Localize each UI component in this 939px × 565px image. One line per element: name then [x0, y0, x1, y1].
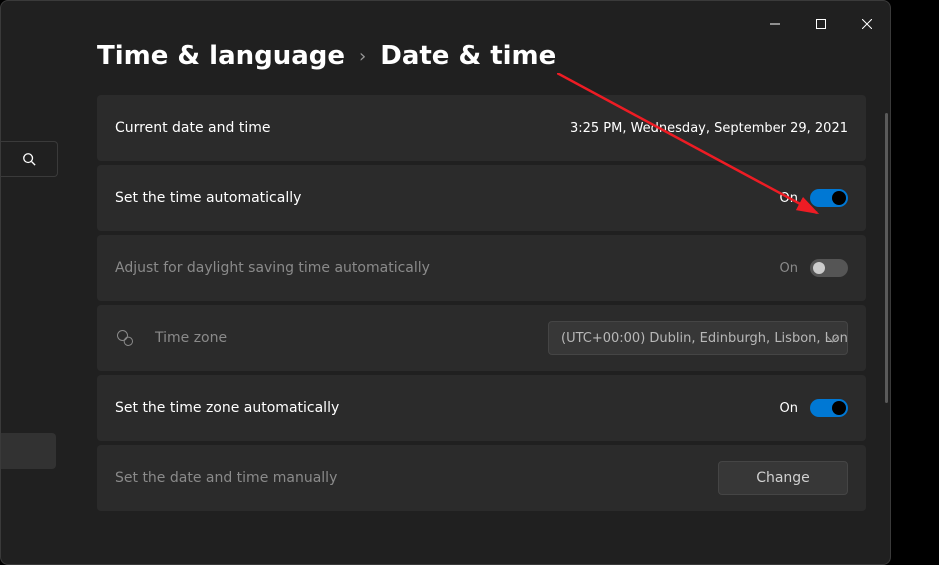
chevron-right-icon: › — [359, 46, 366, 67]
sidebar-item[interactable] — [0, 433, 56, 469]
auto-timezone-label: Set the time zone automatically — [115, 400, 339, 416]
change-button: Change — [718, 461, 848, 495]
timezone-row: Time zone (UTC+00:00) Dublin, Edinburgh,… — [97, 305, 866, 371]
search-icon — [22, 152, 36, 166]
auto-timezone-toggle[interactable] — [810, 399, 848, 417]
auto-time-toggle[interactable] — [810, 189, 848, 207]
settings-window: Time & language › Date & time Current da… — [0, 0, 891, 565]
timezone-value: (UTC+00:00) Dublin, Edinburgh, Lisbon, L… — [561, 331, 848, 346]
close-button[interactable] — [844, 9, 890, 39]
auto-time-state: On — [780, 191, 798, 206]
auto-timezone-row: Set the time zone automatically On — [97, 375, 866, 441]
dst-label: Adjust for daylight saving time automati… — [115, 260, 430, 276]
minimize-button[interactable] — [752, 9, 798, 39]
auto-time-row: Set the time automatically On — [97, 165, 866, 231]
auto-time-label: Set the time automatically — [115, 190, 301, 206]
dst-state: On — [780, 261, 798, 276]
dst-toggle — [810, 259, 848, 277]
dst-row: Adjust for daylight saving time automati… — [97, 235, 866, 301]
globe-icon — [115, 328, 135, 348]
scrollbar[interactable] — [885, 113, 888, 403]
breadcrumb: Time & language › Date & time — [97, 41, 866, 71]
timezone-label: Time zone — [155, 330, 227, 346]
current-datetime-value: 3:25 PM, Wednesday, September 29, 2021 — [570, 121, 848, 136]
manual-datetime-label: Set the date and time manually — [115, 470, 337, 486]
breadcrumb-current: Date & time — [380, 41, 556, 71]
auto-timezone-state: On — [780, 401, 798, 416]
current-datetime-row: Current date and time 3:25 PM, Wednesday… — [97, 95, 866, 161]
breadcrumb-parent[interactable]: Time & language — [97, 41, 345, 71]
maximize-button[interactable] — [798, 9, 844, 39]
sidebar-search-button[interactable] — [0, 141, 58, 177]
current-datetime-label: Current date and time — [115, 120, 270, 136]
titlebar — [1, 1, 890, 41]
manual-datetime-row: Set the date and time manually Change — [97, 445, 866, 511]
timezone-select: (UTC+00:00) Dublin, Edinburgh, Lisbon, L… — [548, 321, 848, 355]
